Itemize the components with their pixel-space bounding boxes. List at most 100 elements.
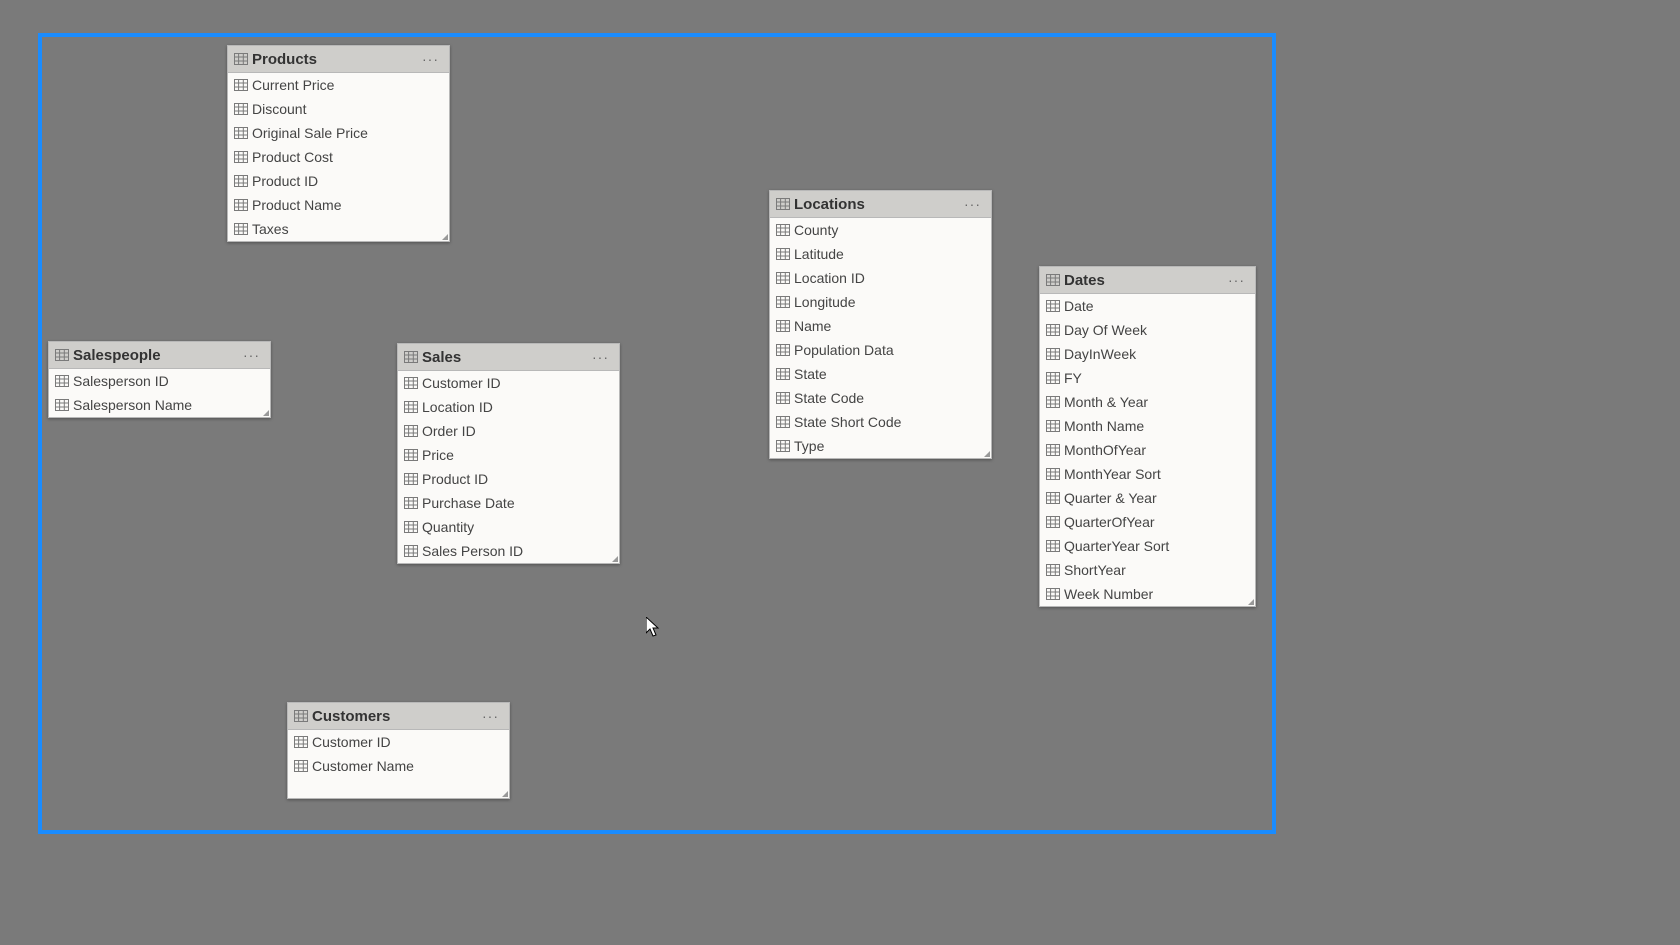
field-row[interactable]: Quantity: [398, 515, 619, 539]
field-name: QuarterOfYear: [1060, 514, 1155, 530]
field-name: Salesperson ID: [69, 373, 169, 389]
field-name: Taxes: [248, 221, 289, 237]
table-header-salespeople[interactable]: Salespeople···: [49, 342, 270, 369]
field-row[interactable]: Quarter & Year: [1040, 486, 1255, 510]
field-name: Latitude: [790, 246, 844, 262]
field-name: Product Cost: [248, 149, 333, 165]
resize-handle[interactable]: [263, 410, 269, 416]
field-row[interactable]: Price: [398, 443, 619, 467]
field-name: Location ID: [418, 399, 493, 415]
table-icon: [404, 377, 418, 389]
field-row[interactable]: Week Number: [1040, 582, 1255, 606]
field-name: Population Data: [790, 342, 894, 358]
field-name: Current Price: [248, 77, 334, 93]
field-row[interactable]: ShortYear: [1040, 558, 1255, 582]
table-icon: [1046, 492, 1060, 504]
more-options-icon[interactable]: ···: [960, 196, 985, 212]
field-row[interactable]: State Code: [770, 386, 991, 410]
table-header-dates[interactable]: Dates···: [1040, 267, 1255, 294]
table-dates[interactable]: Dates··· Date Day Of Week DayInWeek FY M…: [1039, 266, 1256, 607]
field-row[interactable]: Product Cost: [228, 145, 449, 169]
field-name: Original Sale Price: [248, 125, 368, 141]
field-row[interactable]: MonthOfYear: [1040, 438, 1255, 462]
field-row[interactable]: Salesperson ID: [49, 369, 270, 393]
field-row[interactable]: County: [770, 218, 991, 242]
field-name: Purchase Date: [418, 495, 515, 511]
field-row[interactable]: Population Data: [770, 338, 991, 362]
field-name: ShortYear: [1060, 562, 1126, 578]
field-row[interactable]: Location ID: [398, 395, 619, 419]
field-row[interactable]: Current Price: [228, 73, 449, 97]
resize-handle[interactable]: [502, 791, 508, 797]
table-header-customers[interactable]: Customers···: [288, 703, 509, 730]
more-options-icon[interactable]: ···: [418, 51, 443, 67]
table-sales[interactable]: Sales··· Customer ID Location ID Order I…: [397, 343, 620, 564]
resize-handle[interactable]: [1248, 599, 1254, 605]
table-icon: [234, 79, 248, 91]
resize-handle[interactable]: [612, 556, 618, 562]
field-row[interactable]: Month Name: [1040, 414, 1255, 438]
field-row[interactable]: Product ID: [398, 467, 619, 491]
table-icon: [1046, 324, 1060, 336]
field-row[interactable]: Customer ID: [398, 371, 619, 395]
field-row[interactable]: Sales Person ID: [398, 539, 619, 563]
field-row[interactable]: Discount: [228, 97, 449, 121]
field-row[interactable]: Customer ID: [288, 730, 509, 754]
field-row[interactable]: Purchase Date: [398, 491, 619, 515]
table-products[interactable]: Products··· Current Price Discount Origi…: [227, 45, 450, 242]
more-options-icon[interactable]: ···: [1224, 272, 1249, 288]
table-salespeople[interactable]: Salespeople··· Salesperson ID Salesperso…: [48, 341, 271, 418]
table-header-products[interactable]: Products···: [228, 46, 449, 73]
field-row[interactable]: Taxes: [228, 217, 449, 241]
table-icon: [776, 320, 790, 332]
field-name: DayInWeek: [1060, 346, 1136, 362]
table-title: Locations: [790, 196, 960, 213]
model-canvas[interactable]: Products··· Current Price Discount Origi…: [0, 0, 1680, 945]
field-name: Month & Year: [1060, 394, 1148, 410]
table-icon: [1046, 396, 1060, 408]
resize-handle[interactable]: [984, 451, 990, 457]
field-row[interactable]: Type: [770, 434, 991, 458]
field-row[interactable]: Order ID: [398, 419, 619, 443]
field-row[interactable]: FY: [1040, 366, 1255, 390]
field-name: Day Of Week: [1060, 322, 1147, 338]
field-row[interactable]: State: [770, 362, 991, 386]
field-row[interactable]: Longitude: [770, 290, 991, 314]
field-row[interactable]: QuarterOfYear: [1040, 510, 1255, 534]
field-row[interactable]: Day Of Week: [1040, 318, 1255, 342]
field-row[interactable]: Product ID: [228, 169, 449, 193]
field-row[interactable]: Product Name: [228, 193, 449, 217]
table-customers[interactable]: Customers··· Customer ID Customer Name: [287, 702, 510, 799]
field-name: Longitude: [790, 294, 856, 310]
field-name: Type: [790, 438, 824, 454]
more-options-icon[interactable]: ···: [478, 708, 503, 724]
field-name: Date: [1060, 298, 1094, 314]
field-row[interactable]: Date: [1040, 294, 1255, 318]
table-header-sales[interactable]: Sales···: [398, 344, 619, 371]
field-row[interactable]: State Short Code: [770, 410, 991, 434]
field-row[interactable]: QuarterYear Sort: [1040, 534, 1255, 558]
table-header-locations[interactable]: Locations···: [770, 191, 991, 218]
field-row[interactable]: DayInWeek: [1040, 342, 1255, 366]
field-row[interactable]: Name: [770, 314, 991, 338]
more-options-icon[interactable]: ···: [239, 347, 264, 363]
field-row[interactable]: Salesperson Name: [49, 393, 270, 417]
resize-handle[interactable]: [442, 234, 448, 240]
field-row[interactable]: Location ID: [770, 266, 991, 290]
table-icon: [776, 392, 790, 404]
field-row[interactable]: Original Sale Price: [228, 121, 449, 145]
field-row[interactable]: MonthYear Sort: [1040, 462, 1255, 486]
table-icon: [234, 223, 248, 235]
table-icon: [1046, 372, 1060, 384]
table-icon: [234, 127, 248, 139]
table-icon: [1046, 588, 1060, 600]
field-row[interactable]: Customer Name: [288, 754, 509, 778]
table-icon: [234, 103, 248, 115]
table-title: Products: [248, 51, 418, 68]
table-icon: [55, 349, 69, 361]
table-icon: [234, 199, 248, 211]
more-options-icon[interactable]: ···: [588, 349, 613, 365]
field-row[interactable]: Month & Year: [1040, 390, 1255, 414]
field-row[interactable]: Latitude: [770, 242, 991, 266]
table-locations[interactable]: Locations··· County Latitude Location ID…: [769, 190, 992, 459]
